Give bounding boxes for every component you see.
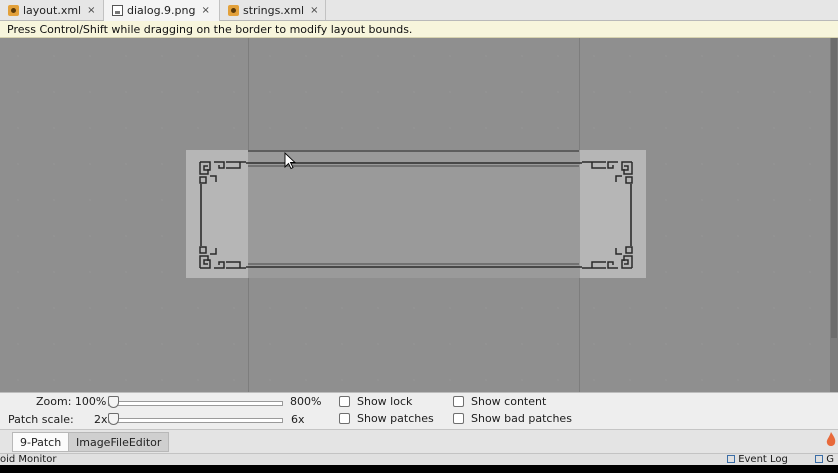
- tab-label: dialog.9.png: [127, 4, 196, 17]
- patch-scale-max-label: 6x: [291, 413, 305, 426]
- image-area: [186, 150, 646, 278]
- gradle-console-icon: [815, 455, 823, 463]
- close-icon[interactable]: ×: [87, 5, 95, 16]
- fixed-region-right: [580, 150, 646, 278]
- tab-layout-xml[interactable]: layout.xml ×: [0, 0, 104, 20]
- slider-track: [108, 401, 283, 406]
- slider-thumb[interactable]: [108, 396, 119, 408]
- close-icon[interactable]: ×: [310, 5, 318, 16]
- patch-scale-value: 2x: [94, 413, 108, 426]
- zoom-max-label: 800%: [290, 395, 322, 408]
- show-bad-patches-checkbox[interactable]: [453, 413, 464, 424]
- patch-scale-slider[interactable]: [108, 413, 283, 425]
- fixed-region-left: [186, 150, 248, 278]
- scrollbar-thumb[interactable]: [831, 38, 837, 338]
- editor-tab-bar: layout.xml × dialog.9.png × strings.xml …: [0, 0, 838, 21]
- xml-file-icon: [8, 4, 19, 16]
- show-content-label[interactable]: Show content: [471, 395, 546, 408]
- status-right-label: G: [826, 454, 834, 465]
- patch-scale-label: Patch scale:: [8, 413, 74, 426]
- nine-patch-canvas[interactable]: [0, 38, 838, 392]
- show-patches-checkbox[interactable]: [339, 413, 350, 424]
- show-content-checkbox[interactable]: [453, 396, 464, 407]
- tab-strings-xml[interactable]: strings.xml ×: [220, 0, 326, 20]
- xml-file-icon: [228, 4, 239, 16]
- zoom-label: Zoom: 100%: [36, 395, 107, 408]
- flame-icon: [826, 432, 836, 446]
- event-log-icon: [727, 455, 735, 463]
- close-icon[interactable]: ×: [201, 5, 209, 16]
- slider-thumb[interactable]: [108, 413, 119, 425]
- image-file-icon: [112, 5, 123, 16]
- zoom-slider[interactable]: [108, 396, 283, 408]
- tab-label: layout.xml: [23, 3, 82, 17]
- nine-patch-image[interactable]: [0, 38, 838, 392]
- show-lock-label[interactable]: Show lock: [357, 395, 412, 408]
- event-log-label: Event Log: [738, 454, 788, 465]
- show-bad-patches-label[interactable]: Show bad patches: [471, 412, 572, 425]
- slider-track: [108, 418, 283, 423]
- bottom-editor-tabs: 9-Patch ImageFileEditor: [0, 429, 838, 454]
- nine-patch-controls: Zoom: 100% 800% Patch scale: 2x 6x Show …: [0, 392, 838, 430]
- tab-label: strings.xml: [243, 3, 305, 17]
- screen-bottom-edge: [0, 465, 838, 473]
- hint-bar: Press Control/Shift while dragging on th…: [0, 21, 838, 38]
- vertical-scrollbar[interactable]: [830, 38, 838, 392]
- show-lock-checkbox[interactable]: [339, 396, 350, 407]
- show-patches-label[interactable]: Show patches: [357, 412, 434, 425]
- tab-dialog-9-png[interactable]: dialog.9.png ×: [104, 0, 220, 21]
- tab-image-file-editor[interactable]: ImageFileEditor: [68, 432, 170, 452]
- tab-9-patch[interactable]: 9-Patch: [12, 432, 70, 452]
